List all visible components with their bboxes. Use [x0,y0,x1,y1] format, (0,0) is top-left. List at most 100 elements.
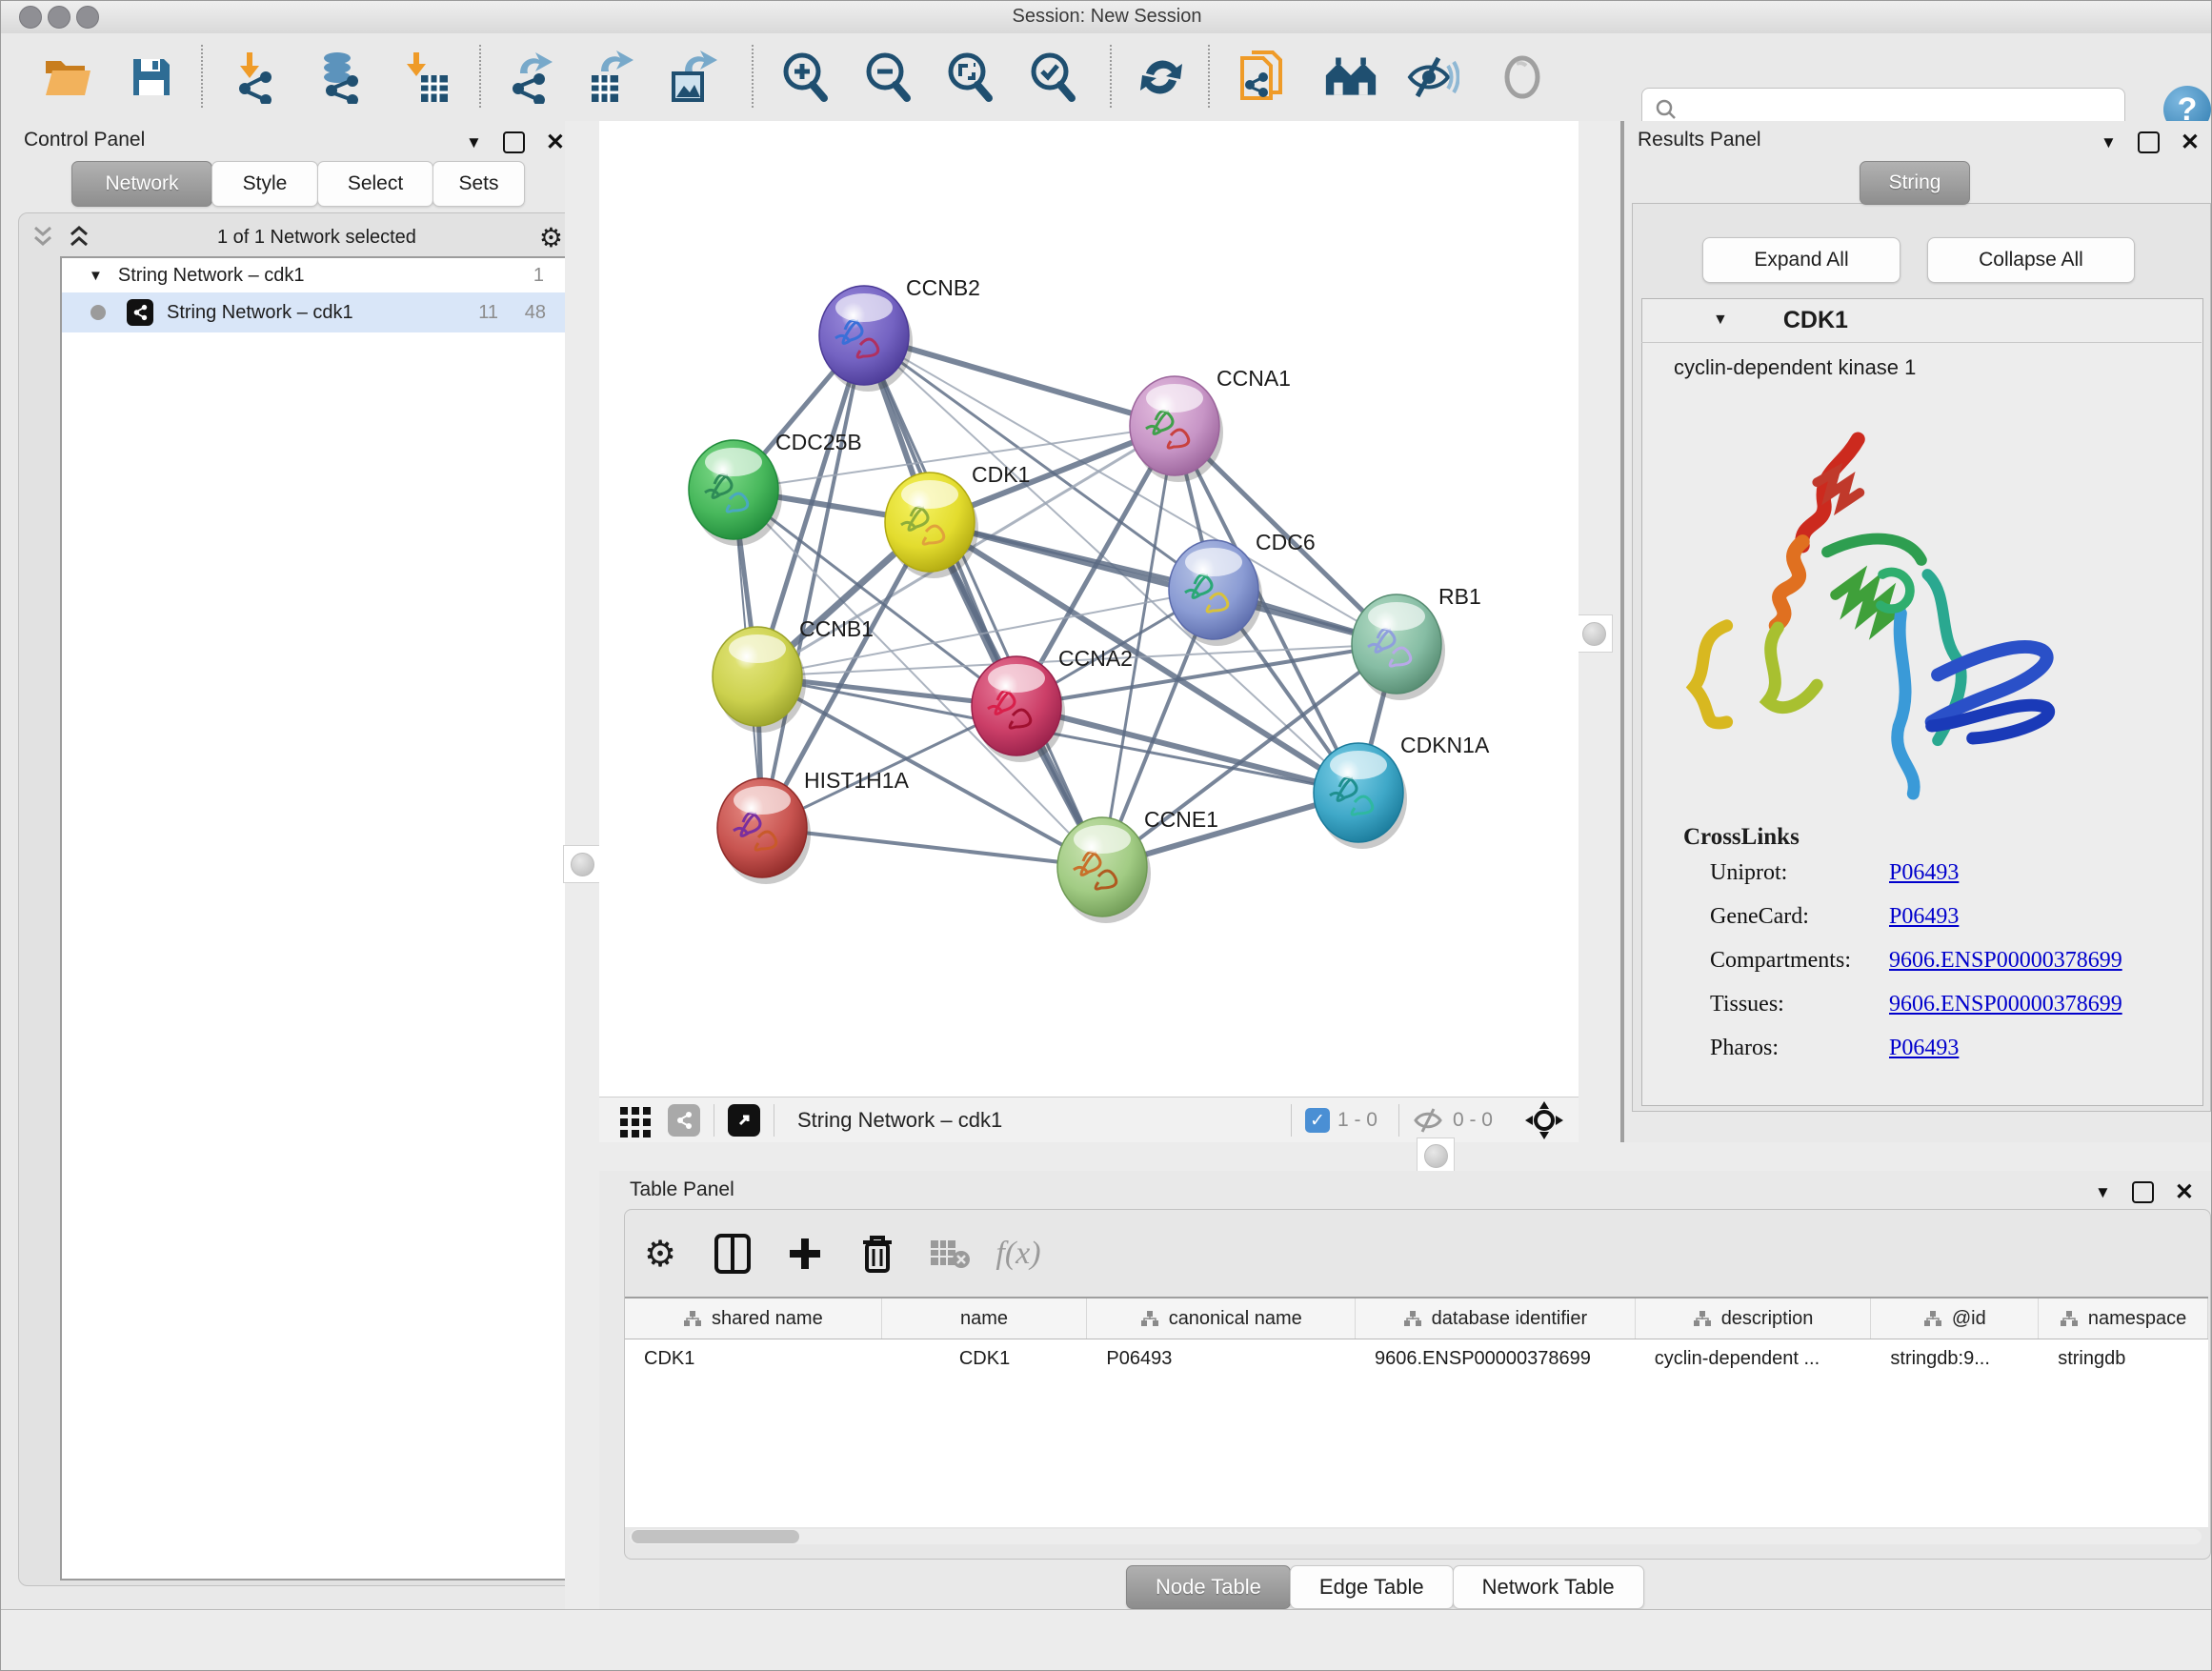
table-options-gear-icon[interactable]: ⚙ [632,1225,689,1282]
panel-collapse-icon[interactable]: ▼ [466,133,482,152]
column-header-shared-name[interactable]: shared name [625,1299,882,1339]
import-table-icon[interactable] [398,50,452,104]
search-input[interactable] [1679,98,2101,122]
table-cell[interactable]: P06493 [1087,1339,1356,1378]
crosslink-value-link[interactable]: P06493 [1889,860,1959,886]
node-CDC25B[interactable]: CDC25B [689,430,862,546]
table-cell[interactable]: cyclin-dependent ... [1636,1339,1872,1378]
scrollbar-thumb[interactable] [632,1530,799,1543]
node-CCNB2[interactable]: CCNB2 [819,275,980,392]
edge-CCNB2-HIST1H1A[interactable] [762,335,864,828]
grid-view-icon[interactable] [616,1101,654,1139]
node-CDKN1A[interactable]: CDKN1A [1314,733,1490,849]
column-header-database-identifier[interactable]: database identifier [1356,1299,1636,1339]
tab-edge-table[interactable]: Edge Table [1290,1565,1454,1609]
table-row[interactable]: CDK1CDK1P064939606.ENSP00000378699cyclin… [625,1339,2208,1378]
open-session-icon[interactable] [41,50,94,104]
panel-float-icon[interactable] [2132,1181,2154,1203]
expand-all-icon[interactable] [66,225,94,250]
table-cell[interactable]: CDK1 [882,1339,1088,1378]
node-CDK1[interactable]: CDK1 [885,462,1030,578]
panel-collapse-icon[interactable]: ▼ [2095,1183,2111,1202]
panel-float-icon[interactable] [2138,131,2160,153]
navigate-crosshair-icon[interactable] [1523,1099,1565,1141]
import-network-icon[interactable] [230,50,283,104]
node-CCNA1[interactable]: CCNA1 [1130,366,1291,482]
collapse-all-icon[interactable] [30,225,58,250]
tab-select[interactable]: Select [317,161,433,207]
table-horizontal-scrollbar[interactable] [630,1529,2202,1544]
collapse-all-button[interactable]: Collapse All [1927,237,2135,283]
preview-icon[interactable] [1496,50,1549,104]
node-CCNE1[interactable]: CCNE1 [1057,807,1218,923]
hide-panel-icon[interactable] [1406,50,1459,104]
open-in-window-icon[interactable] [728,1104,760,1137]
panel-close-icon[interactable]: ✕ [546,129,565,156]
expand-all-button[interactable]: Expand All [1702,237,1900,283]
selected-checkbox-icon[interactable]: ✓ [1305,1108,1330,1133]
string-network-graph[interactable]: CCNB2CCNA1CDC25BCDK1CDC6RB1CCNB1CCNA2CDK… [599,121,1579,1097]
tree-expander-icon[interactable]: ▼ [89,268,103,284]
vertical-splitter[interactable] [565,121,599,1609]
column-header--id[interactable]: @id [1871,1299,2039,1339]
export-table-icon[interactable] [584,50,637,104]
horizontal-splitter[interactable] [599,1142,2212,1171]
column-header-namespace[interactable]: namespace [2039,1299,2208,1339]
tab-string[interactable]: String [1860,161,1970,205]
network-collection-row[interactable]: ▼ String Network – cdk1 1 [62,258,565,292]
network-options-gear-icon[interactable]: ⚙ [539,222,563,253]
network-home-icon[interactable] [1324,50,1377,104]
delete-table-icon[interactable] [921,1225,978,1282]
panel-close-icon[interactable]: ✕ [2175,1178,2194,1206]
zoom-selected-icon[interactable] [1027,50,1080,104]
panel-collapse-icon[interactable]: ▼ [2101,133,2117,152]
refresh-icon[interactable] [1135,50,1188,104]
crosslink-value-link[interactable]: P06493 [1889,1036,1959,1061]
show-columns-icon[interactable] [704,1225,761,1282]
node-CCNB1[interactable]: CCNB1 [713,616,874,733]
splitter-handle[interactable] [563,845,601,883]
entry-expander-icon[interactable]: ▼ [1713,312,1728,329]
node-HIST1H1A[interactable]: HIST1H1A [717,768,910,884]
export-network-icon[interactable] [505,50,558,104]
import-database-icon[interactable] [312,50,366,104]
crosslink-value-link[interactable]: P06493 [1889,904,1959,930]
node-RB1[interactable]: RB1 [1352,584,1481,700]
add-column-icon[interactable] [776,1225,834,1282]
crosslink-value-link[interactable]: 9606.ENSP00000378699 [1889,992,2122,1017]
vertical-splitter[interactable] [1579,121,1624,1142]
tab-node-table[interactable]: Node Table [1126,1565,1291,1609]
splitter-handle[interactable] [1417,1137,1455,1174]
table-cell[interactable]: stringdb [2039,1339,2208,1378]
panel-close-icon[interactable]: ✕ [2181,129,2200,156]
panel-float-icon[interactable] [503,131,525,153]
splitter-handle[interactable] [1575,614,1613,653]
column-header-canonical-name[interactable]: canonical name [1087,1299,1356,1339]
network-canvas[interactable]: CCNB2CCNA1CDC25BCDK1CDC6RB1CCNB1CCNA2CDK… [599,121,1579,1097]
network-row-selected[interactable]: String Network – cdk1 11 48 [62,292,565,332]
table-cell[interactable]: CDK1 [625,1339,882,1378]
function-builder-icon[interactable]: f(x) [990,1225,1047,1282]
hidden-eye-icon[interactable] [1413,1106,1445,1135]
delete-column-trash-icon[interactable] [849,1225,906,1282]
crosslink-value-link[interactable]: 9606.ENSP00000378699 [1889,948,2122,974]
zoom-out-icon[interactable] [862,50,915,104]
column-header-description[interactable]: description [1636,1299,1872,1339]
share-view-icon[interactable] [668,1104,700,1137]
table-cell[interactable]: stringdb:9... [1871,1339,2039,1378]
tab-network-table[interactable]: Network Table [1453,1565,1644,1609]
edge-HIST1H1A-CCNE1[interactable] [762,828,1102,867]
table-cell[interactable]: 9606.ENSP00000378699 [1356,1339,1636,1378]
column-header-name[interactable]: name [882,1299,1088,1339]
tab-sets[interactable]: Sets [432,161,525,207]
tab-network[interactable]: Network [71,161,212,207]
zoom-fit-icon[interactable] [944,50,997,104]
annotation-share-icon[interactable] [1237,50,1290,104]
edge-CDK1-RB1[interactable] [930,522,1397,644]
save-session-icon[interactable] [125,50,178,104]
gene-entry-header[interactable]: ▼ CDK1 [1641,298,2202,343]
zoom-in-icon[interactable] [779,50,833,104]
node-CDC6[interactable]: CDC6 [1169,530,1316,646]
tab-style[interactable]: Style [211,161,318,207]
export-image-icon[interactable] [666,50,719,104]
